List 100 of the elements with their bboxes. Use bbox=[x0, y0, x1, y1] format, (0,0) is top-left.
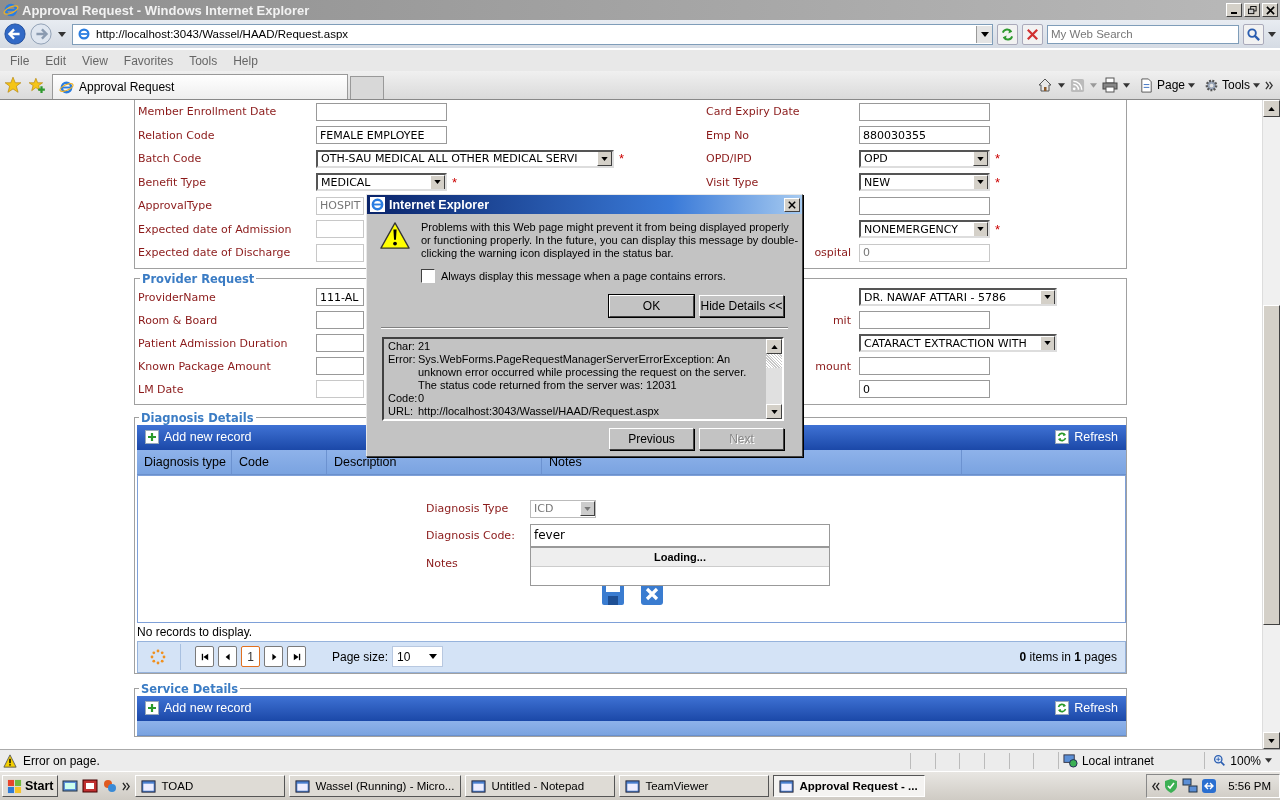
warning-icon[interactable] bbox=[3, 753, 17, 768]
print-icon[interactable] bbox=[1101, 77, 1118, 93]
text-field[interactable] bbox=[316, 311, 364, 329]
zoom-button[interactable]: 100% bbox=[1204, 752, 1280, 769]
hide-details-button[interactable]: Hide Details << bbox=[699, 295, 784, 317]
checkbox[interactable] bbox=[421, 269, 435, 283]
dropdown-arrow-icon bbox=[977, 180, 984, 185]
page-size-select[interactable]: 10 bbox=[392, 646, 444, 667]
vertical-scrollbar[interactable] bbox=[1262, 100, 1280, 749]
refresh-button[interactable] bbox=[997, 23, 1018, 45]
text-field[interactable]: FEMALE EMPLOYEE bbox=[316, 126, 447, 145]
add-favorite-icon[interactable] bbox=[28, 76, 46, 94]
select-field[interactable]: ICD bbox=[530, 499, 596, 518]
close-button[interactable] bbox=[1262, 3, 1278, 17]
menu-item[interactable]: View bbox=[74, 53, 116, 68]
chevron-icon[interactable] bbox=[1151, 781, 1161, 791]
intranet-icon bbox=[1062, 753, 1078, 768]
dropdown-arrow-icon bbox=[584, 506, 591, 511]
text-field[interactable]: 111-AL bbox=[316, 288, 364, 306]
select-field[interactable]: DR. NAWAF ATTARI - 5786 bbox=[859, 288, 1057, 306]
select-field[interactable]: OTH-SAU MEDICAL ALL OTHER MEDICAL SERVI bbox=[316, 149, 614, 168]
browser-tab[interactable]: Approval Request bbox=[52, 74, 348, 99]
app-icon[interactable] bbox=[82, 778, 99, 794]
dropdown-arrow-icon bbox=[980, 31, 989, 37]
dropdown-arrow-icon[interactable] bbox=[1122, 82, 1130, 88]
dropdown-arrow-icon[interactable] bbox=[1057, 82, 1065, 88]
field-label: Notes bbox=[426, 555, 459, 570]
menu-item[interactable]: Help bbox=[225, 53, 266, 68]
app-icon[interactable] bbox=[1201, 778, 1218, 794]
close-button[interactable] bbox=[784, 197, 800, 212]
text-field[interactable]: 880030355 bbox=[859, 126, 990, 145]
stop-button[interactable] bbox=[1022, 23, 1043, 45]
menu-item[interactable]: File bbox=[2, 53, 38, 68]
menu-item[interactable]: Favorites bbox=[115, 53, 182, 68]
next-page-button[interactable] bbox=[264, 646, 283, 667]
page-number-button[interactable]: 1 bbox=[241, 646, 260, 667]
field-label: Batch Code bbox=[138, 152, 202, 166]
text-field[interactable] bbox=[859, 311, 990, 329]
previous-page-button[interactable] bbox=[218, 646, 237, 667]
menu-item[interactable]: Tools bbox=[181, 53, 226, 68]
scroll-thumb[interactable] bbox=[766, 354, 782, 368]
text-field[interactable] bbox=[859, 196, 990, 215]
refresh-button[interactable]: Refresh bbox=[1055, 701, 1118, 715]
select-field[interactable]: CATARACT EXTRACTION WITH bbox=[859, 334, 1057, 352]
text-field[interactable]: fever bbox=[530, 523, 830, 547]
select-field[interactable]: OPD bbox=[859, 149, 990, 168]
address-field[interactable]: http://localhost:3043/Wassel/HAAD/Request.aspx bbox=[72, 23, 993, 45]
field-label: ProviderName bbox=[138, 290, 216, 304]
taskbar-button[interactable]: Wassel (Running) - Micro... bbox=[289, 775, 462, 797]
previous-button[interactable]: Previous bbox=[609, 428, 694, 450]
select-field[interactable]: NEW bbox=[859, 173, 990, 192]
search-field[interactable]: My Web Search bbox=[1047, 24, 1239, 44]
chevron-icon[interactable] bbox=[1265, 80, 1274, 90]
dropdown-arrow-icon bbox=[434, 180, 441, 185]
star-icon[interactable] bbox=[4, 76, 22, 94]
command-menu-button[interactable]: Page bbox=[1138, 77, 1195, 93]
refresh-icon bbox=[1055, 430, 1070, 444]
dropdown-arrow-icon bbox=[977, 227, 984, 232]
text-field[interactable]: 0 bbox=[859, 380, 990, 398]
select-field[interactable]: MEDICAL bbox=[316, 173, 447, 192]
section-legend: Diagnosis Details bbox=[139, 410, 256, 425]
taskbar-button[interactable]: Approval Request - ... bbox=[773, 775, 925, 797]
taskbar-button[interactable]: Untitled - Notepad bbox=[465, 775, 616, 797]
chevron-icon[interactable] bbox=[122, 781, 132, 791]
minimize-button[interactable] bbox=[1226, 3, 1242, 17]
back-button[interactable] bbox=[4, 23, 26, 45]
command-menu-button[interactable]: Tools bbox=[1204, 77, 1260, 93]
taskbar-button[interactable]: TOAD bbox=[135, 775, 286, 797]
network-icon[interactable] bbox=[1182, 778, 1199, 794]
taskbar-button[interactable]: TeamViewer bbox=[619, 775, 770, 797]
last-page-button[interactable] bbox=[287, 646, 306, 667]
select-field[interactable]: NONEMERGENCY bbox=[859, 220, 990, 239]
first-page-button[interactable] bbox=[195, 646, 214, 667]
home-icon[interactable] bbox=[1036, 77, 1053, 93]
ok-button[interactable]: OK bbox=[609, 295, 694, 317]
browser-icon bbox=[77, 27, 91, 41]
menu-item[interactable]: Edit bbox=[37, 53, 75, 68]
add-record-button[interactable]: Add new record bbox=[145, 430, 252, 444]
detail-value: 0 bbox=[418, 392, 426, 405]
field-label: Known Package Amount bbox=[138, 359, 271, 373]
required-mark: * bbox=[995, 174, 1001, 190]
text-field[interactable] bbox=[316, 357, 364, 375]
column-header[interactable]: Diagnosis type bbox=[137, 449, 232, 474]
checkbox-label[interactable]: Always display this message when a page contains errors. bbox=[441, 270, 726, 282]
app-icon[interactable] bbox=[62, 778, 79, 794]
text-field[interactable] bbox=[859, 102, 990, 121]
dropdown-arrow-icon[interactable] bbox=[1268, 31, 1276, 37]
add-record-button[interactable]: Add new record bbox=[145, 701, 252, 715]
window-title: Approval Request - Windows Internet Explorer bbox=[22, 2, 311, 18]
search-button[interactable] bbox=[1243, 23, 1264, 45]
scrollbar[interactable] bbox=[766, 339, 782, 419]
text-field[interactable] bbox=[859, 357, 990, 375]
refresh-button[interactable]: Refresh bbox=[1055, 430, 1118, 444]
plus-icon bbox=[145, 430, 159, 444]
text-field[interactable] bbox=[316, 102, 447, 121]
start-button[interactable]: Start bbox=[2, 775, 59, 797]
dropdown-arrow-icon[interactable] bbox=[58, 31, 66, 37]
text-field[interactable] bbox=[316, 334, 364, 352]
column-header[interactable]: Code bbox=[232, 449, 327, 474]
restore-button[interactable] bbox=[1244, 3, 1260, 17]
